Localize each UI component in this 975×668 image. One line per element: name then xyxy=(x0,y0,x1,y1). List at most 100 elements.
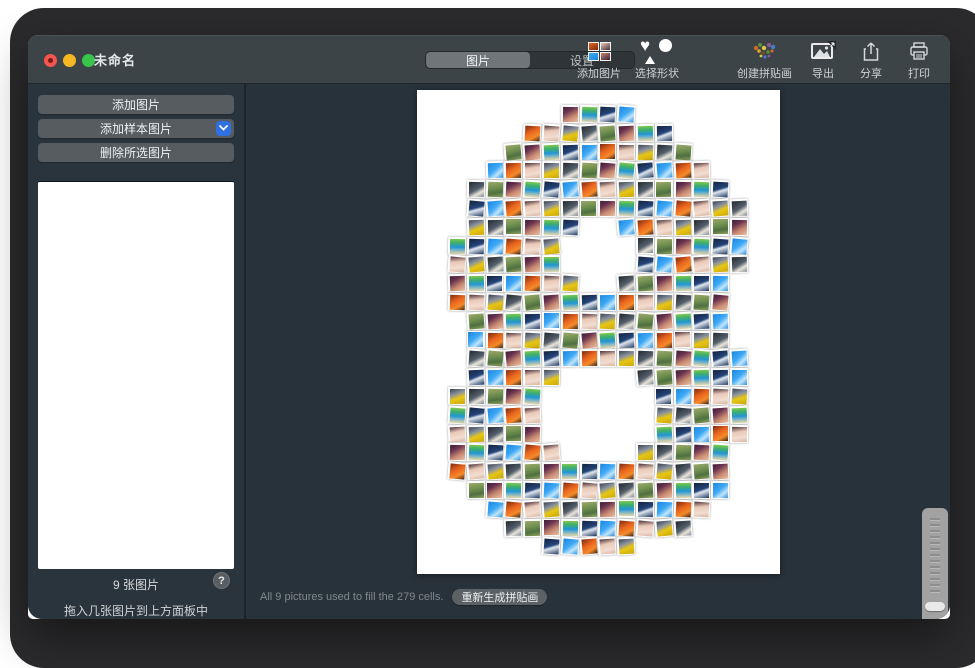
mosaic-tile xyxy=(692,349,712,369)
mosaic-tile xyxy=(692,236,711,255)
mosaic-tile xyxy=(654,161,673,180)
mosaic-tile xyxy=(692,311,711,330)
mosaic-tile xyxy=(523,481,542,500)
mosaic-tile xyxy=(673,349,692,368)
mosaic-tile xyxy=(673,198,693,218)
tab-pictures[interactable]: 图片 xyxy=(426,52,530,68)
mosaic-tile xyxy=(485,405,505,425)
mosaic-tile xyxy=(711,330,730,349)
mosaic-tile xyxy=(541,443,561,463)
mosaic-tile xyxy=(448,236,466,254)
select-shape-icon: ♥ xyxy=(640,38,674,64)
mosaic-tile xyxy=(579,180,598,199)
print-tool[interactable]: 打印 xyxy=(902,38,936,81)
add-pictures-icon xyxy=(588,38,611,64)
mosaic-tile xyxy=(485,255,504,274)
mosaic-tile xyxy=(486,274,504,292)
mosaic-tile xyxy=(654,424,673,443)
zoom-slider[interactable] xyxy=(922,508,948,619)
app-window: 未命名 图片 设置 添加图片 xyxy=(28,35,950,619)
mosaic-tile xyxy=(523,274,542,293)
mosaic-tile xyxy=(523,161,541,179)
mosaic-tile xyxy=(466,443,485,462)
mosaic-tile xyxy=(673,236,692,255)
mosaic-tile xyxy=(692,405,712,425)
mosaic-tile xyxy=(579,123,599,143)
mosaic-tile xyxy=(636,199,655,218)
mosaic-tile xyxy=(523,218,541,236)
mosaic-tile xyxy=(485,424,503,442)
mosaic-tile xyxy=(673,142,692,161)
mosaic-tile xyxy=(692,368,711,387)
tool-label: 创建拼贴画 xyxy=(737,65,792,81)
mosaic-tile xyxy=(579,349,597,367)
mosaic-tile xyxy=(711,255,730,274)
mosaic-tile xyxy=(617,311,636,330)
close-button[interactable] xyxy=(44,54,57,67)
mosaic-tile xyxy=(711,311,730,330)
mosaic-tile xyxy=(542,312,560,330)
mosaic-tile xyxy=(636,330,655,349)
mosaic-tile xyxy=(522,236,542,256)
mosaic-tile xyxy=(730,255,749,274)
regenerate-collage-button[interactable]: 重新生成拼贴画 xyxy=(452,589,547,605)
mosaic-tile xyxy=(542,481,561,500)
add-pictures-tool[interactable]: 添加图片 xyxy=(577,38,621,81)
mosaic-tile xyxy=(617,199,636,218)
zoom-slider-handle[interactable] xyxy=(925,602,945,611)
mosaic-tile xyxy=(711,198,730,217)
mosaic-tile xyxy=(580,199,598,217)
mosaic-tile xyxy=(636,293,654,311)
mosaic-tile xyxy=(692,198,712,218)
mosaic-tile xyxy=(598,105,617,124)
mosaic-tile xyxy=(710,292,730,312)
add-pictures-button[interactable]: 添加图片 xyxy=(38,95,234,114)
toolbar: 未命名 图片 设置 添加图片 xyxy=(28,35,950,84)
mosaic-tile xyxy=(598,199,616,217)
mosaic-tile xyxy=(485,330,503,348)
mosaic-tile xyxy=(466,311,485,330)
mosaic-tile xyxy=(654,481,673,500)
mosaic-tile xyxy=(522,292,542,312)
mosaic-tile xyxy=(541,123,560,142)
mosaic-tile xyxy=(617,180,636,199)
chevron-down-icon[interactable] xyxy=(216,121,231,136)
mosaic-tile xyxy=(674,331,692,349)
share-tool[interactable]: 分享 xyxy=(854,38,888,81)
help-button[interactable]: ? xyxy=(213,572,230,589)
tool-label: 打印 xyxy=(908,65,930,81)
picture-count-label: 9 张图片 xyxy=(113,576,159,593)
mosaic-tile xyxy=(542,368,560,386)
minimize-button[interactable] xyxy=(63,54,76,67)
mosaic-tile xyxy=(673,405,693,425)
mosaic-tile xyxy=(522,443,542,463)
mosaic-tile xyxy=(523,349,542,368)
mosaic-tile xyxy=(504,518,523,537)
mosaic-tile xyxy=(635,462,654,481)
mosaic-tile xyxy=(542,142,561,161)
mosaic-tile xyxy=(636,500,654,518)
select-shape-tool[interactable]: ♥ 选择形状 xyxy=(635,38,679,81)
mosaic-tile xyxy=(692,274,710,292)
mosaic-tile xyxy=(466,217,485,236)
mosaic-tile xyxy=(598,180,617,199)
picture-list-panel[interactable] xyxy=(38,181,234,569)
create-collage-tool[interactable]: 创建拼贴画 xyxy=(737,38,792,81)
mosaic-tile xyxy=(579,311,598,330)
drag-hint-label: 拖入几张图片到上方面板中 xyxy=(64,602,208,619)
mosaic-tile xyxy=(655,236,673,254)
mosaic-tile xyxy=(692,292,711,311)
add-sample-pictures-label: 添加样本图片 xyxy=(100,120,172,137)
mosaic-tile xyxy=(504,255,523,274)
mosaic-tile xyxy=(523,330,542,349)
collage-page[interactable] xyxy=(417,90,780,574)
mosaic-tile xyxy=(579,462,597,480)
delete-selected-button[interactable]: 删除所选图片 xyxy=(38,143,234,162)
mosaic-tile xyxy=(579,330,599,350)
mosaic-tile xyxy=(466,461,486,481)
export-tool[interactable]: 导出 xyxy=(806,38,840,81)
add-sample-pictures-button[interactable]: 添加样本图片 xyxy=(38,119,234,138)
mosaic-tile xyxy=(541,236,561,256)
mosaic-tile xyxy=(617,330,636,349)
mosaic-tile xyxy=(579,105,598,124)
